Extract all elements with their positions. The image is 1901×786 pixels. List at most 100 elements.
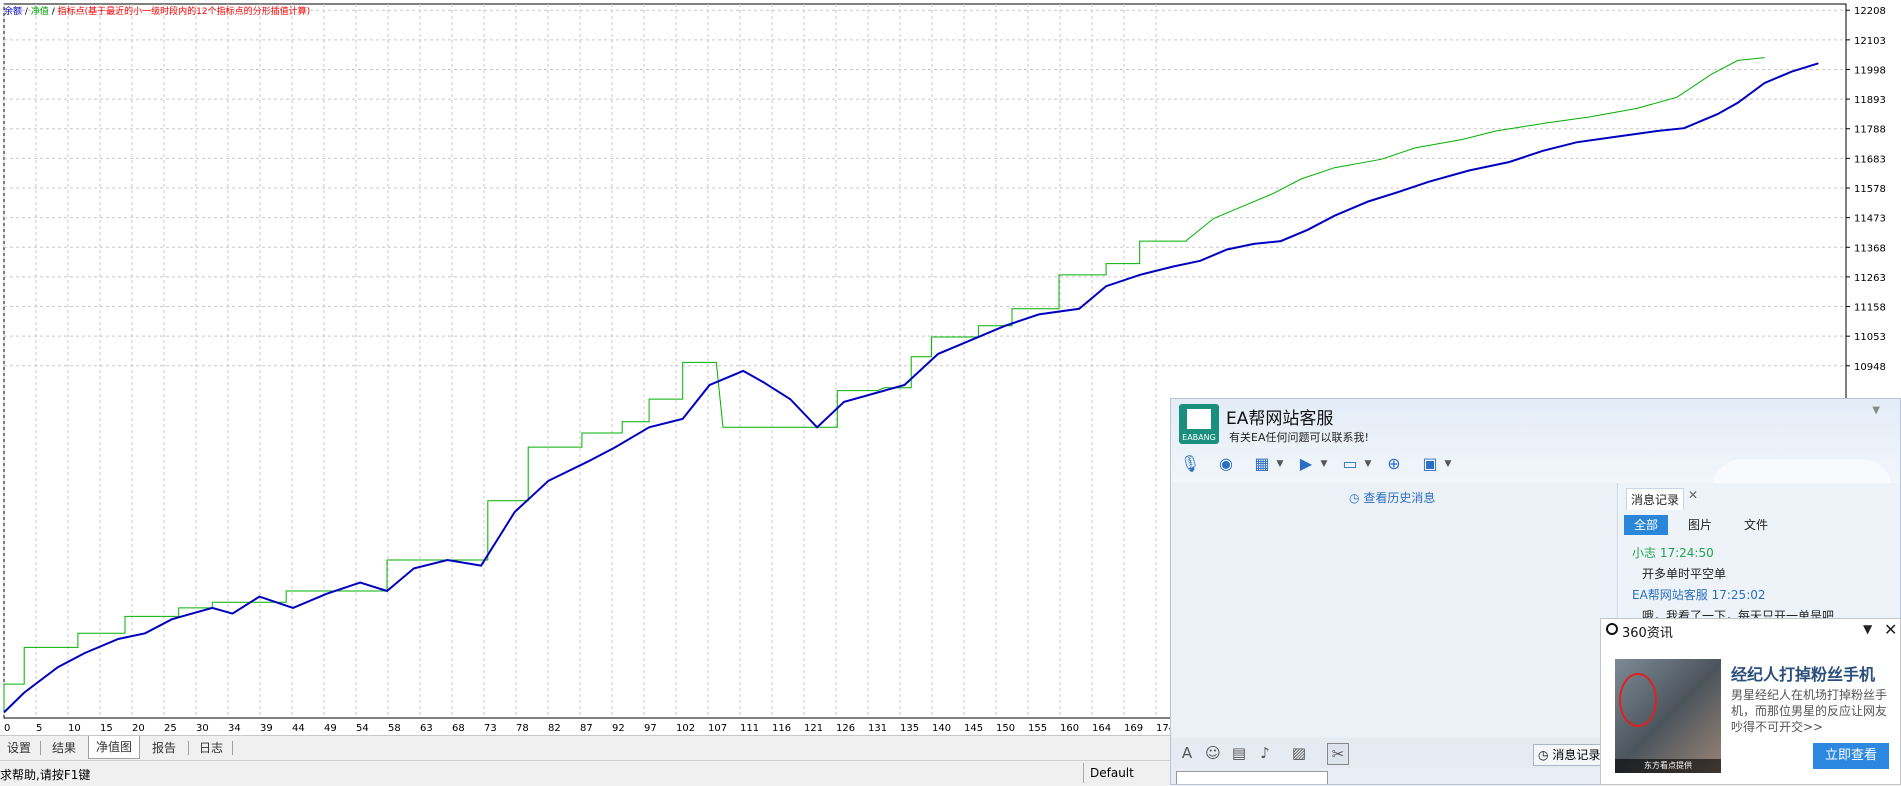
popup-brand: 360资讯 [1622, 626, 1673, 641]
chevron-down-icon[interactable]: ▼ [1275, 453, 1285, 475]
x-tick-label: 58 [388, 723, 401, 734]
x-tick-label: 25 [164, 723, 177, 734]
y-tick-label: 11158 [1854, 303, 1886, 314]
legend-sep: / [51, 7, 55, 17]
y-tick-label: 10948 [1854, 362, 1886, 373]
message-input[interactable] [1176, 771, 1328, 784]
chart-icon[interactable]: ▦ [1251, 453, 1273, 475]
x-tick-label: 145 [964, 723, 983, 734]
highlight-circle [1619, 673, 1657, 727]
status-separator [1083, 763, 1084, 783]
chat-header: EABANG EA帮网站客服 有关EA任何问题可以联系我! ▼ 🎙 ◉ ▦ ▼ … [1171, 399, 1900, 519]
screen-share-icon[interactable]: ▭ [1339, 453, 1361, 475]
x-tick-label: 30 [196, 723, 209, 734]
tab-separator [188, 741, 189, 755]
tab-settings[interactable]: 设置 [0, 738, 38, 758]
x-tick-label: 131 [868, 723, 887, 734]
tab-journal[interactable]: 日志 [192, 738, 230, 758]
close-icon[interactable]: ✕ [1884, 620, 1897, 639]
tab-message-record[interactable]: 消息记录 [1626, 488, 1685, 510]
y-tick-label: 11893 [1854, 95, 1886, 106]
filter-all[interactable]: 全部 [1624, 515, 1669, 535]
view-history-label: 查看历史消息 [1363, 491, 1436, 505]
chevron-down-icon[interactable]: ▼ [1863, 622, 1872, 636]
x-tick-label: 107 [708, 723, 727, 734]
chat-avatar[interactable]: EABANG [1179, 404, 1219, 444]
x-tick-label: 0 [4, 723, 10, 734]
y-tick-label: 11683 [1854, 154, 1886, 165]
chevron-down-icon[interactable]: ▼ [1319, 453, 1329, 475]
tab-report[interactable]: 报告 [145, 738, 183, 758]
brand-logo-icon [1606, 623, 1618, 635]
camera-icon[interactable]: ◉ [1215, 453, 1237, 475]
filter-files[interactable]: 文件 [1734, 515, 1778, 535]
tab-results[interactable]: 结果 [45, 738, 83, 758]
view-now-button[interactable]: 立即查看 [1813, 743, 1889, 769]
y-tick-label: 12208 [1854, 6, 1886, 17]
x-tick-label: 78 [516, 723, 529, 734]
x-tick-label: 63 [420, 723, 433, 734]
legend-equity: 净值 [30, 7, 49, 17]
message-sender: EA帮网站客服 17:25:02 [1632, 588, 1766, 602]
x-tick-label: 87 [580, 723, 593, 734]
chevron-down-icon[interactable]: ▼ [1363, 453, 1373, 475]
filter-images[interactable]: 图片 [1678, 515, 1722, 535]
x-tick-label: 54 [356, 723, 369, 734]
x-tick-label: 44 [292, 723, 305, 734]
y-tick-label: 12103 [1854, 36, 1886, 47]
popup-header: 360资讯 ▼ ✕ [1601, 619, 1900, 641]
legend-drawdown: 指标点(基于最近的小一级时段内的12个指标点的分形插值计算) [57, 7, 311, 17]
x-tick-label: 102 [676, 723, 695, 734]
x-tick-label: 97 [644, 723, 657, 734]
x-tick-label: 150 [996, 723, 1015, 734]
emoji-icon[interactable]: ☺ [1203, 743, 1223, 763]
status-profile: Default [1090, 766, 1134, 780]
image-icon[interactable]: ▨ [1289, 743, 1309, 763]
apps-grid-icon[interactable]: ▣ [1419, 453, 1441, 475]
clock-icon: ◷ [1349, 491, 1360, 505]
tab-separator [40, 741, 41, 755]
chat-title: EA帮网站客服 [1226, 409, 1334, 429]
tab-equity-graph[interactable]: 净值图 [88, 736, 141, 759]
chat-subtitle: 有关EA任何问题可以联系我! [1229, 431, 1369, 444]
gallery-icon[interactable]: ▤ [1229, 743, 1249, 763]
legend-balance: 余额 [4, 7, 23, 17]
mic-icon[interactable]: 🎙 [1179, 453, 1201, 475]
news-title[interactable]: 经纪人打掉粉丝手机 [1731, 661, 1875, 685]
chat-message-area: ◷ 查看历史消息 [1171, 483, 1616, 738]
news-thumbnail[interactable]: 东方看点提供 [1615, 659, 1721, 773]
x-tick-label: 34 [228, 723, 241, 734]
x-tick-label: 135 [900, 723, 919, 734]
x-tick-label: 20 [132, 723, 145, 734]
scissors-icon[interactable]: ✂ [1327, 743, 1349, 765]
chart-legend: 余额 / 净值 / 指标点(基于最近的小一级时段内的12个指标点的分形插值计算) [4, 4, 310, 17]
view-history-link[interactable]: ◷ 查看历史消息 [1349, 489, 1435, 506]
x-tick-label: 10 [68, 723, 81, 734]
x-tick-label: 5 [36, 723, 42, 734]
x-tick-label: 111 [740, 723, 759, 734]
y-tick-label: 11263 [1854, 273, 1886, 284]
news-popup: 360资讯 ▼ ✕ 东方看点提供 经纪人打掉粉丝手机 男星经纪人在机场打掉粉丝手… [1600, 618, 1901, 785]
y-tick-label: 11053 [1854, 332, 1886, 343]
x-tick-label: 160 [1060, 723, 1079, 734]
chevron-down-icon[interactable]: ▼ [1443, 453, 1453, 475]
x-tick-label: 73 [484, 723, 497, 734]
x-tick-label: 126 [836, 723, 855, 734]
collapse-icon[interactable]: ▼ [1872, 405, 1880, 416]
folder-icon[interactable]: ▶ [1295, 453, 1317, 475]
legend-sep: / [24, 7, 28, 17]
close-icon[interactable]: ✕ [1688, 488, 1698, 502]
voice-icon[interactable]: ♪ [1255, 743, 1275, 763]
y-tick-label: 11998 [1854, 65, 1886, 76]
add-app-icon[interactable]: ⊕ [1383, 453, 1405, 475]
x-tick-label: 169 [1124, 723, 1143, 734]
message-record-label: 消息记录 [1552, 748, 1601, 762]
x-tick-label: 140 [932, 723, 951, 734]
news-description: 男星经纪人在机场打掉粉丝手机，而那位男星的反应让网友吵得不可开交>> [1731, 688, 1888, 734]
message-text: 开多单时平空单 [1642, 567, 1727, 581]
avatar-label: EABANG [1182, 433, 1216, 442]
font-icon[interactable]: A [1177, 743, 1197, 763]
image-caption: 东方看点提供 [1615, 759, 1721, 773]
y-tick-label: 11473 [1854, 214, 1886, 225]
message-record-button[interactable]: ◷ 消息记录 [1533, 744, 1606, 766]
